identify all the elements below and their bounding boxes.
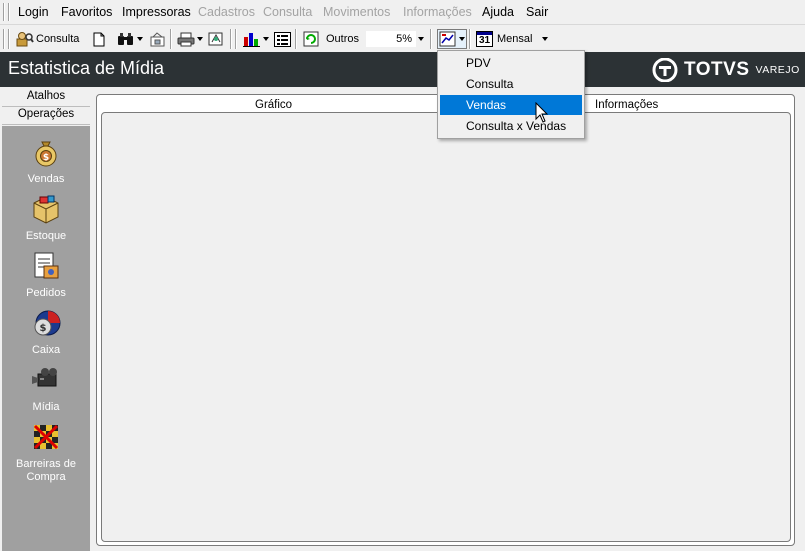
- operations-list: $ Vendas Estoque Pedidos $ Caixa Mídia B…: [2, 126, 90, 551]
- order-icon: [34, 252, 59, 279]
- barrier-icon: [33, 424, 59, 450]
- toolbar-separator: [170, 29, 172, 49]
- page-title: Estatistica de Mídia: [8, 58, 165, 78]
- binoculars-icon: [118, 33, 133, 45]
- chevron-down-icon[interactable]: [197, 37, 203, 41]
- toolbar-separator: [235, 29, 237, 49]
- toolbar-separator: [295, 29, 297, 49]
- toolbar-separator: [230, 29, 232, 49]
- toolbar-grip[interactable]: [3, 29, 5, 49]
- outros-button[interactable]: Outros: [303, 30, 359, 48]
- new-document-button[interactable]: [93, 30, 105, 48]
- printer-icon: [177, 32, 195, 46]
- menu-item-consulta-vendas[interactable]: Consulta x Vendas: [440, 116, 582, 136]
- sidebar-item-caixa[interactable]: $ Caixa: [2, 307, 90, 357]
- menu-ajuda[interactable]: Ajuda: [482, 5, 514, 19]
- logo-subtext: VAREJO: [755, 64, 800, 76]
- chevron-down-icon: [418, 37, 424, 41]
- print-button[interactable]: [177, 30, 203, 48]
- menu-favoritos[interactable]: Favoritos: [61, 5, 112, 19]
- menu-bar: Login Favoritos Impressoras Cadastros Co…: [0, 0, 805, 25]
- menu-movimentos[interactable]: Movimentos: [323, 5, 390, 19]
- svg-text:$: $: [43, 153, 49, 163]
- list-icon: [274, 31, 291, 47]
- totvs-logo: TOTVS VAREJO: [652, 58, 800, 82]
- binoculars-button[interactable]: [117, 30, 143, 48]
- menu-informacoes[interactable]: Informações: [403, 5, 472, 19]
- chevron-down-icon[interactable]: [542, 37, 549, 41]
- period-button[interactable]: 31 Mensal: [476, 30, 549, 48]
- consulta-button[interactable]: Consulta: [16, 30, 79, 48]
- sidebar-item-vendas[interactable]: $ Vendas: [2, 136, 90, 186]
- logo-text: TOTVS: [684, 59, 750, 80]
- new-document-icon: [93, 32, 105, 46]
- menu-cadastros[interactable]: Cadastros: [198, 5, 255, 19]
- percent-combo[interactable]: 5%: [365, 30, 417, 48]
- print-setup-icon: [208, 32, 223, 46]
- mouse-cursor-icon: [535, 102, 549, 123]
- menu-grip-2[interactable]: [8, 3, 10, 21]
- menu-item-vendas[interactable]: Vendas: [440, 95, 582, 115]
- toolbar: Consulta Outros 5% 31 Mensal: [0, 26, 805, 52]
- report-type-button[interactable]: [437, 29, 467, 49]
- main-area: Gráfico Informações: [92, 88, 805, 551]
- tab-informacoes[interactable]: Informações: [595, 99, 658, 111]
- menu-sair[interactable]: Sair: [526, 5, 548, 19]
- chart-area: [101, 112, 791, 542]
- sidebar-item-estoque[interactable]: Estoque: [2, 193, 90, 243]
- chevron-down-icon: [459, 37, 465, 41]
- svg-text:$: $: [40, 323, 47, 334]
- consulta-label: Consulta: [36, 33, 80, 45]
- tab-grafico[interactable]: Gráfico: [255, 99, 292, 111]
- tab-operacoes[interactable]: Operações: [2, 108, 90, 125]
- report-chart-icon: [439, 31, 456, 47]
- sidebar-item-pedidos[interactable]: Pedidos: [2, 250, 90, 300]
- chevron-down-icon[interactable]: [263, 37, 269, 41]
- toolbar-grip-2[interactable]: [8, 29, 10, 49]
- menu-item-pdv[interactable]: PDV: [440, 53, 582, 73]
- search-user-icon: [16, 32, 34, 47]
- content-panel: Gráfico Informações: [96, 94, 795, 546]
- cash-register-icon: $: [34, 310, 61, 336]
- toolbar-separator: [469, 29, 471, 49]
- outros-label: Outros: [326, 33, 360, 45]
- print-setup-button[interactable]: [207, 30, 225, 48]
- toolbar-separator: [430, 29, 432, 49]
- calendar-icon: 31: [476, 31, 493, 47]
- percent-dropdown-button[interactable]: [418, 30, 424, 48]
- legend-button[interactable]: [274, 30, 291, 48]
- sidebar-item-midia[interactable]: Mídia: [2, 364, 90, 414]
- export-icon: [150, 32, 165, 47]
- box-icon: [33, 195, 59, 224]
- tab-atalhos[interactable]: Atalhos: [2, 90, 90, 107]
- bar-chart-icon: [243, 33, 260, 47]
- menu-grip[interactable]: [3, 3, 5, 21]
- totvs-logo-icon: [652, 58, 678, 82]
- menu-login[interactable]: Login: [18, 5, 49, 19]
- left-panel: Atalhos Operações $ Vendas Estoque Pedid…: [0, 88, 92, 551]
- report-type-menu: PDV Consulta Vendas Consulta x Vendas: [437, 50, 585, 139]
- title-bar: Estatistica de Mídia TOTVS VAREJO: [0, 52, 805, 87]
- sidebar-item-barreiras[interactable]: Barreiras de Compra: [2, 421, 90, 484]
- menu-consulta[interactable]: Consulta: [263, 5, 312, 19]
- camera-icon: [32, 368, 57, 387]
- chart-type-button[interactable]: [243, 30, 269, 48]
- export-button[interactable]: [149, 30, 167, 48]
- percent-value: 5%: [396, 33, 412, 45]
- refresh-icon: [303, 31, 319, 47]
- menu-impressoras[interactable]: Impressoras: [122, 5, 191, 19]
- money-bag-icon: $: [35, 141, 57, 167]
- chevron-down-icon[interactable]: [137, 37, 143, 41]
- period-label: Mensal: [497, 33, 533, 45]
- menu-item-consulta[interactable]: Consulta: [440, 74, 582, 94]
